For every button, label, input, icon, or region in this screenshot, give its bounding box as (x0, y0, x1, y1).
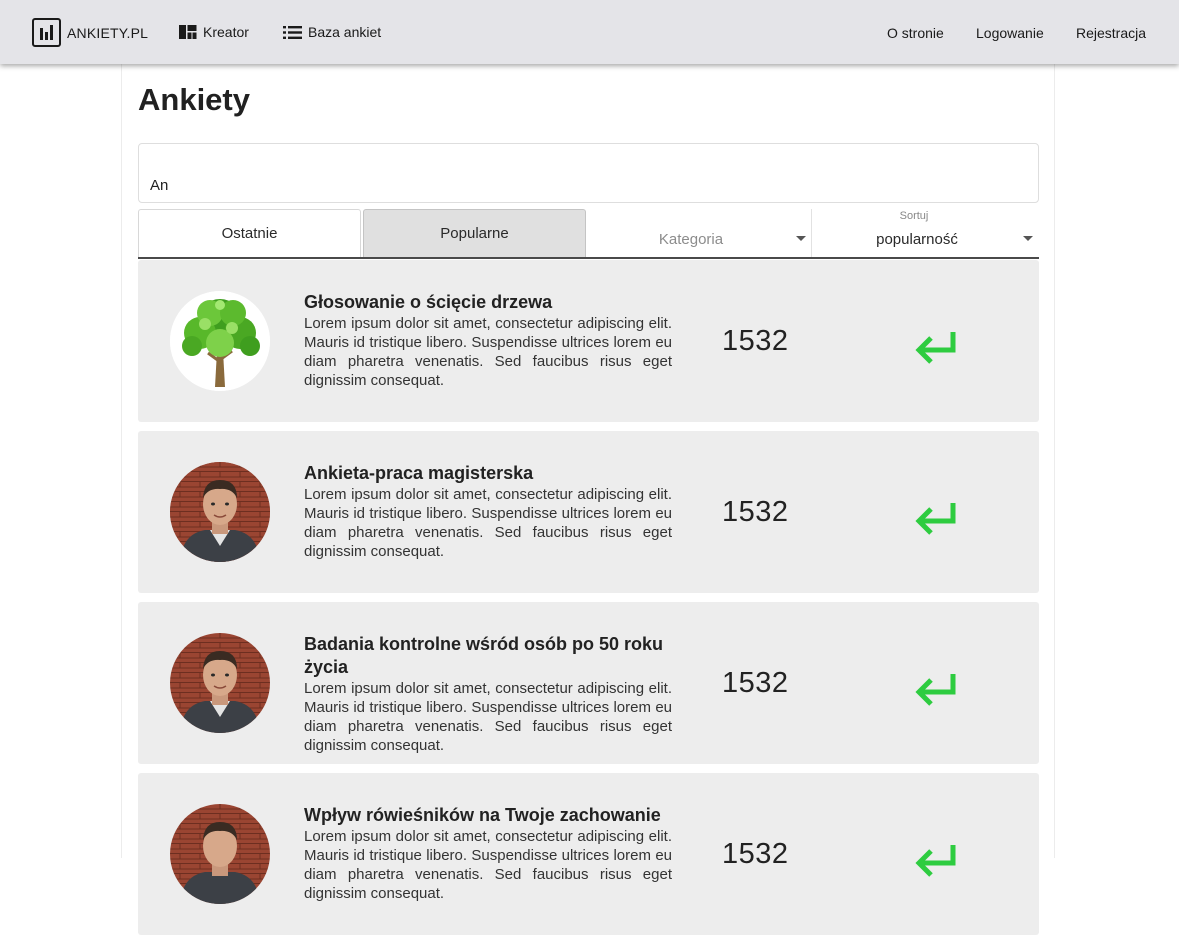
nav-o-stronie[interactable]: O stronie (887, 25, 944, 41)
sort-label: Sortuj (899, 210, 929, 222)
sort-select[interactable]: Sortuj popularność (814, 209, 1038, 257)
dashboard-icon (179, 25, 197, 39)
survey-title[interactable]: Ankieta-praca magisterska (304, 462, 676, 485)
page-title: Ankiety (138, 82, 250, 117)
nav-baza-label: Baza ankiet (308, 24, 382, 40)
survey-title[interactable]: Wpływ rówieśników na Twoje zachowanie (304, 804, 676, 827)
nav-logowanie[interactable]: Logowanie (976, 25, 1044, 41)
enter-arrow-icon[interactable] (913, 843, 959, 877)
survey-description: Lorem ipsum dolor sit amet, consectetur … (304, 486, 672, 560)
nav-kreator[interactable]: Kreator (179, 24, 249, 40)
chevron-down-icon (796, 236, 806, 241)
search-input[interactable] (138, 143, 1039, 203)
brand-link[interactable]: ANKIETY.PL (32, 18, 148, 47)
survey-count: 1532 (722, 667, 789, 699)
main-container: Ankiety Ostatnie Popularne Kategoria Sor… (121, 64, 1055, 935)
enter-arrow-icon[interactable] (913, 672, 959, 706)
sort-value: popularność (876, 231, 958, 248)
nav-baza-ankiet[interactable]: Baza ankiet (283, 24, 381, 40)
person-photo (170, 804, 270, 904)
enter-arrow-icon[interactable] (913, 330, 959, 364)
filter-bar: Ostatnie Popularne Kategoria Sortuj popu… (138, 209, 1039, 259)
survey-description: Lorem ipsum dolor sit amet, consectetur … (304, 680, 672, 754)
enter-arrow-icon[interactable] (913, 501, 959, 535)
category-placeholder: Kategoria (658, 231, 724, 248)
person-photo (170, 462, 270, 562)
survey-card[interactable]: Wpływ rówieśników na Twoje zachowanie Lo… (138, 773, 1039, 935)
nav-rejestracja[interactable]: Rejestracja (1076, 25, 1146, 41)
filter-popular-button[interactable]: Popularne (363, 209, 586, 257)
brand-name: ANKIETY.PL (67, 24, 149, 41)
list-icon (283, 25, 302, 39)
survey-count: 1532 (722, 496, 789, 528)
bar-chart-icon (32, 18, 61, 47)
category-select[interactable]: Kategoria (588, 209, 812, 257)
top-navbar: ANKIETY.PL Kreator Baza ankiet O stronie… (0, 0, 1179, 64)
survey-description: Lorem ipsum dolor sit amet, consectetur … (304, 828, 672, 902)
chevron-down-icon (1023, 236, 1033, 241)
survey-card[interactable]: Badania kontrolne wśród osób po 50 roku … (138, 602, 1039, 764)
nav-kreator-label: Kreator (203, 24, 249, 40)
survey-count: 1532 (722, 325, 789, 357)
survey-description: Lorem ipsum dolor sit amet, consectetur … (304, 315, 672, 389)
filter-recent-button[interactable]: Ostatnie (138, 209, 361, 257)
tree-image (170, 291, 270, 391)
person-photo (170, 633, 270, 733)
survey-title[interactable]: Głosowanie o ścięcie drzewa (304, 291, 676, 314)
survey-card[interactable]: Głosowanie o ścięcie drzewa Lorem ipsum … (138, 260, 1039, 422)
survey-count: 1532 (722, 838, 789, 870)
survey-title[interactable]: Badania kontrolne wśród osób po 50 roku … (304, 633, 676, 679)
survey-card[interactable]: Ankieta-praca magisterska Lorem ipsum do… (138, 431, 1039, 593)
